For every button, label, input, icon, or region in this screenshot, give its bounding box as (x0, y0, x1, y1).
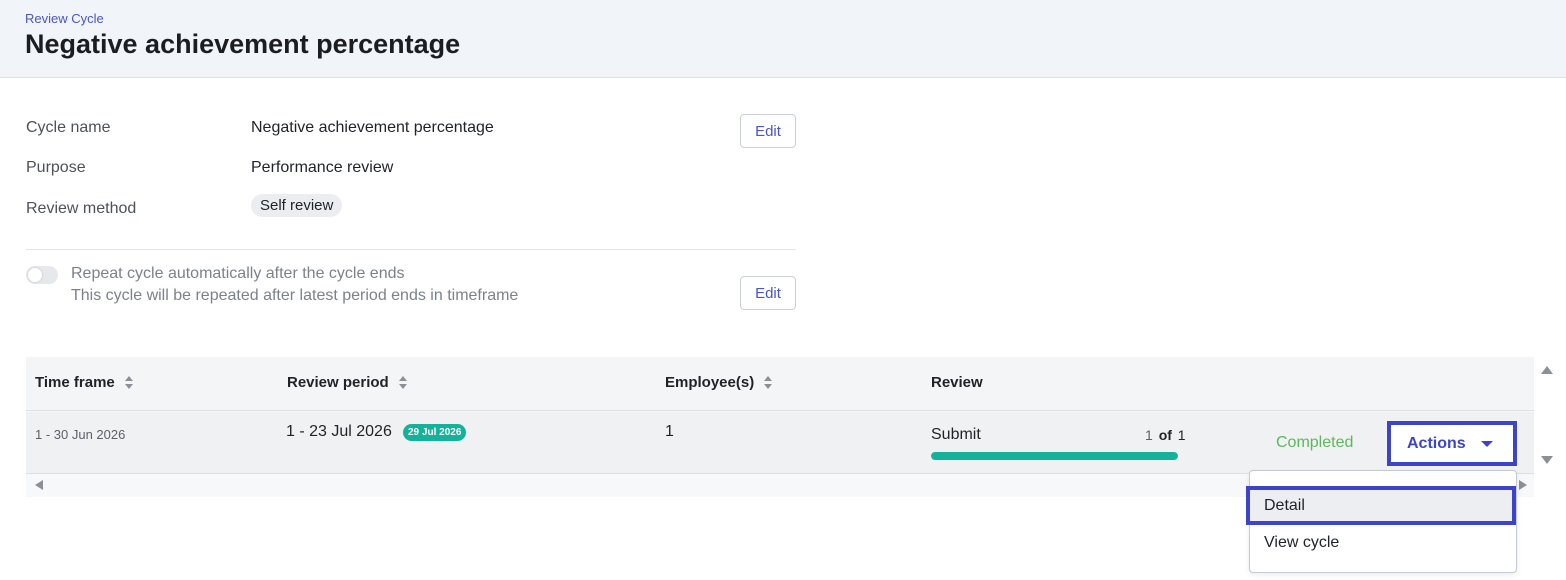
actions-button[interactable]: Actions (1387, 421, 1517, 466)
sort-icon[interactable] (398, 376, 407, 390)
purpose-label: Purpose (26, 159, 86, 176)
page-title: Negative achievement percentage (25, 29, 461, 59)
sort-icon[interactable] (124, 376, 133, 390)
repeat-cycle-toggle[interactable] (26, 266, 58, 284)
scroll-down-arrow[interactable] (1541, 456, 1553, 464)
review-total-count: 1 (1177, 427, 1186, 443)
actions-dropdown-menu: Detail View cycle (1246, 470, 1517, 573)
scroll-up-arrow[interactable] (1541, 366, 1553, 374)
column-time-frame[interactable]: Time frame (35, 374, 133, 391)
cycle-name-label: Cycle name (26, 119, 111, 136)
column-review-label: Review (931, 374, 983, 391)
column-time-frame-label: Time frame (35, 374, 115, 391)
column-review: Review (931, 374, 983, 391)
review-progress-bar (931, 452, 1178, 460)
review-step-label: Submit (931, 426, 981, 443)
column-review-period-label: Review period (287, 374, 389, 391)
edit-details-button[interactable]: Edit (740, 114, 796, 148)
repeat-cycle-title: Repeat cycle automatically after the cyc… (71, 265, 405, 282)
employees-cell: 1 (665, 423, 674, 440)
review-method-label: Review method (26, 200, 137, 217)
breadcrumb-review-cycle[interactable]: Review Cycle (25, 11, 104, 26)
actions-label: Actions (1407, 434, 1466, 452)
table-row: 1 - 30 Jun 2026 1 - 23 Jul 2026 29 Jul 2… (26, 412, 1534, 474)
column-employees-label: Employee(s) (665, 374, 755, 391)
status-completed: Completed (1276, 434, 1354, 451)
purpose-value: Performance review (251, 159, 394, 176)
scroll-left-arrow[interactable] (35, 480, 43, 490)
period-date-badge: 29 Jul 2026 (403, 424, 467, 441)
section-divider (26, 249, 796, 250)
toggle-knob (28, 268, 42, 282)
menu-item-detail[interactable]: Detail (1246, 486, 1516, 525)
sort-icon[interactable] (764, 376, 773, 390)
review-period-cell: 1 - 23 Jul 2026 (286, 423, 392, 440)
menu-item-view-cycle[interactable]: View cycle (1250, 525, 1516, 561)
time-frame-cell: 1 - 30 Jun 2026 (35, 427, 126, 442)
page-header: Review Cycle Negative achievement percen… (0, 0, 1566, 78)
caret-down-icon (1481, 441, 1493, 447)
column-review-period[interactable]: Review period (287, 374, 407, 391)
column-employees[interactable]: Employee(s) (665, 374, 773, 391)
review-method-chip: Self review (251, 194, 343, 217)
review-done-count: 1 (1145, 427, 1153, 443)
scroll-right-arrow[interactable] (1519, 480, 1527, 490)
repeat-cycle-description: This cycle will be repeated after latest… (71, 287, 519, 304)
cycle-name-value: Negative achievement percentage (251, 119, 494, 136)
review-progress-count: 1 of 1 (1145, 427, 1186, 443)
edit-repeat-button[interactable]: Edit (740, 276, 796, 310)
review-progress-fill (931, 452, 1178, 460)
table-header: Time frame Review period Employee(s) Rev… (26, 357, 1534, 411)
review-of-label: of (1158, 427, 1172, 443)
